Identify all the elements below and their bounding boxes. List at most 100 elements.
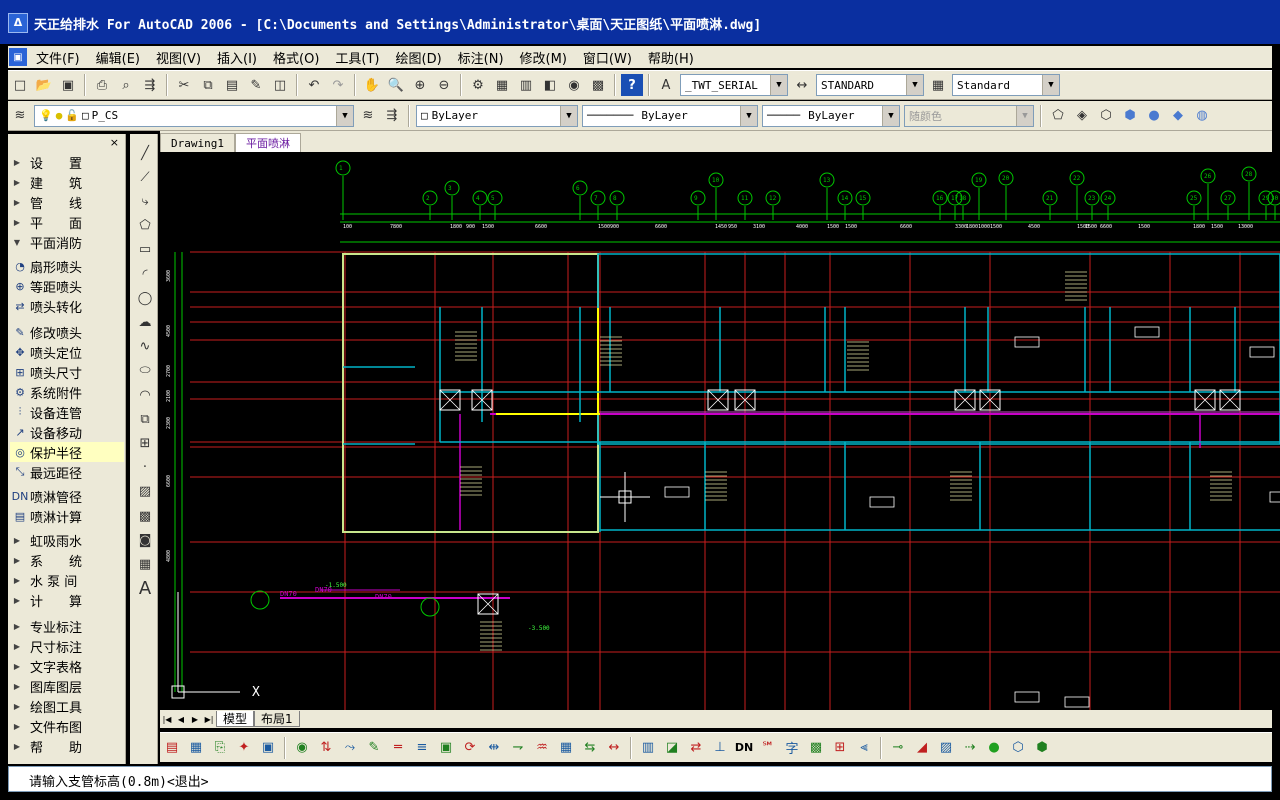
table-style-icon[interactable]: ▦	[927, 74, 949, 96]
panel-item[interactable]: ⊕ 等距喷头	[10, 276, 124, 296]
panel-item[interactable]: ⫶ 设备连管	[10, 402, 124, 422]
menu-format[interactable]: 格式(O)	[265, 48, 327, 67]
first-tab-icon[interactable]: |◀	[160, 715, 174, 724]
app-icon[interactable]: Δ	[8, 13, 28, 33]
dim-icon[interactable]: ↔	[603, 737, 625, 759]
calculator-icon[interactable]: ▩	[587, 74, 609, 96]
table-style-select[interactable]: Standard ▼	[952, 74, 1060, 96]
panel-item[interactable]: ✥ 喷头定位	[10, 342, 124, 362]
panel-item[interactable]: ▶ 文件布图	[10, 716, 124, 736]
last-tab-icon[interactable]: ▶|	[202, 715, 216, 724]
3d-polyline-icon[interactable]: ⬠	[1047, 105, 1069, 127]
valve-icon[interactable]: ⤳	[339, 737, 361, 759]
print-preview-icon[interactable]: ⌕	[115, 74, 137, 96]
copy-icon[interactable]: ⧉	[197, 74, 219, 96]
sphere-icon[interactable]: ●	[983, 737, 1005, 759]
menu-window[interactable]: 窗口(W)	[575, 48, 640, 67]
riser-label-icon[interactable]: ⫷	[853, 737, 875, 759]
match-properties-icon[interactable]: ✎	[245, 74, 267, 96]
text-icon[interactable]: 字	[781, 737, 803, 759]
frame-icon[interactable]: ▩	[805, 737, 827, 759]
make-block-icon[interactable]: ⊞	[133, 432, 157, 454]
paste-icon[interactable]: ▤	[221, 74, 243, 96]
polygon-icon[interactable]: ⬠	[133, 215, 157, 237]
node-icon[interactable]: ⊸	[887, 737, 909, 759]
undo-icon[interactable]: ↶	[303, 74, 325, 96]
3d-shaded-box-icon[interactable]: ⬢	[1119, 105, 1141, 127]
layer-manager-icon[interactable]: ≋	[9, 105, 31, 127]
print-icon[interactable]: ⎙	[91, 74, 113, 96]
layer-previous-icon[interactable]: ⇶	[381, 105, 403, 127]
3d-globe-icon[interactable]: ◍	[1191, 105, 1213, 127]
connect-icon[interactable]: ⇹	[483, 737, 505, 759]
pan-icon[interactable]: ✋	[361, 74, 383, 96]
menu-edit[interactable]: 编辑(E)	[88, 48, 148, 67]
construction-line-icon[interactable]: ⟋	[133, 166, 157, 188]
properties-icon[interactable]: ⚙	[467, 74, 489, 96]
panel-item[interactable]: ◎ 保护半径	[10, 442, 124, 462]
panel-item[interactable]: ↗ 设备移动	[10, 422, 124, 442]
panel-item[interactable]: ✎ 修改喷头	[10, 322, 124, 342]
hatch-icon[interactable]: ▨	[133, 481, 157, 503]
markup-icon[interactable]: ◉	[563, 74, 585, 96]
sheet-set-icon[interactable]: ◧	[539, 74, 561, 96]
tab-model[interactable]: 模型	[216, 711, 255, 727]
panel-item[interactable]: ▤ 喷淋计算	[10, 506, 124, 526]
new-icon[interactable]: □	[9, 74, 31, 96]
polyline-icon[interactable]: ⤷	[133, 190, 157, 212]
pipe-edit-icon[interactable]: ═	[387, 737, 409, 759]
panel-item[interactable]: ⚙ 系统附件	[10, 382, 124, 402]
drawing-canvas[interactable]: 1 2 3 4 5 6 7 8 9 10 11 12 13 14 15 16 17 18 19 20 21 22 23 24 2…	[160, 152, 1280, 710]
arrow-icon[interactable]: ⇢	[959, 737, 981, 759]
slope-icon[interactable]: ◢	[911, 737, 933, 759]
pump-icon[interactable]: ♒	[531, 737, 553, 759]
zoom-window-icon[interactable]: ⊕	[409, 74, 431, 96]
3d-face-icon[interactable]: ◈	[1071, 105, 1093, 127]
elevation-icon[interactable]: ⊞	[829, 737, 851, 759]
panel-item[interactable]: ▶ 虹吸雨水	[10, 530, 124, 550]
ellipse-arc-icon[interactable]: ◠	[133, 384, 157, 406]
spline-icon[interactable]: ∿	[133, 336, 157, 358]
save-icon[interactable]: ▣	[57, 74, 79, 96]
panel-item[interactable]: ▶ 专业标注	[10, 616, 124, 636]
help-icon[interactable]: ?	[621, 74, 643, 96]
tab-layout1[interactable]: 布局1	[254, 711, 300, 727]
panel-item[interactable]: ▶ 帮 助	[10, 736, 124, 756]
redo-icon[interactable]: ↷	[327, 74, 349, 96]
menu-tools[interactable]: 工具(T)	[327, 48, 387, 67]
zoom-realtime-icon[interactable]: 🔍	[385, 74, 407, 96]
zoom-previous-icon[interactable]: ⊖	[433, 74, 455, 96]
erase-icon[interactable]: ◪	[661, 737, 683, 759]
3d-box-icon[interactable]: ⬡	[1095, 105, 1117, 127]
menu-modify[interactable]: 修改(M)	[512, 48, 575, 67]
revcloud-icon[interactable]: ☁	[133, 311, 157, 333]
color-select[interactable]: □ ByLayer ▼	[416, 104, 578, 127]
next-tab-icon[interactable]: ▶	[188, 715, 202, 724]
menu-insert[interactable]: 插入(I)	[209, 48, 265, 67]
previous-tab-icon[interactable]: ◀	[174, 715, 188, 724]
make-current-layer-icon[interactable]: ≋	[357, 105, 379, 127]
block-editor-icon[interactable]: ◫	[269, 74, 291, 96]
doc-menu-icon[interactable]: ▣	[9, 48, 27, 66]
circle-icon[interactable]: ◯	[133, 287, 157, 309]
label-icon[interactable]: ≡	[411, 737, 433, 759]
3d-cube-icon[interactable]: ◆	[1167, 105, 1189, 127]
menu-dimension[interactable]: 标注(N)	[450, 48, 512, 67]
hatch-icon[interactable]: ▨	[935, 737, 957, 759]
gradient-icon[interactable]: ▩	[133, 505, 157, 527]
riser-icon[interactable]: ⇅	[315, 737, 337, 759]
dim-style-icon[interactable]: ↔	[791, 74, 813, 96]
pipe-icon[interactable]: ◉	[291, 737, 313, 759]
design-center-icon[interactable]: ▦	[491, 74, 513, 96]
point-icon[interactable]: ·	[133, 457, 157, 479]
panel-item[interactable]: ▶ 系 统	[10, 550, 124, 570]
mtext-icon[interactable]: A	[133, 578, 157, 600]
tab-drawing1[interactable]: Drawing1	[160, 133, 235, 152]
cad-drawing[interactable]: 1234 567 8 91011 121314 15 16 17 1819 20212223 24 2…	[160, 152, 1280, 710]
panel-item[interactable]: ⇄ 喷头转化	[10, 296, 124, 316]
save-icon[interactable]: ▣	[257, 737, 279, 759]
fixture-icon[interactable]: ▣	[435, 737, 457, 759]
text-style-icon[interactable]: A	[655, 74, 677, 96]
panel-item[interactable]: ▶ 图库图层	[10, 676, 124, 696]
dn-icon[interactable]: DN	[733, 737, 755, 759]
